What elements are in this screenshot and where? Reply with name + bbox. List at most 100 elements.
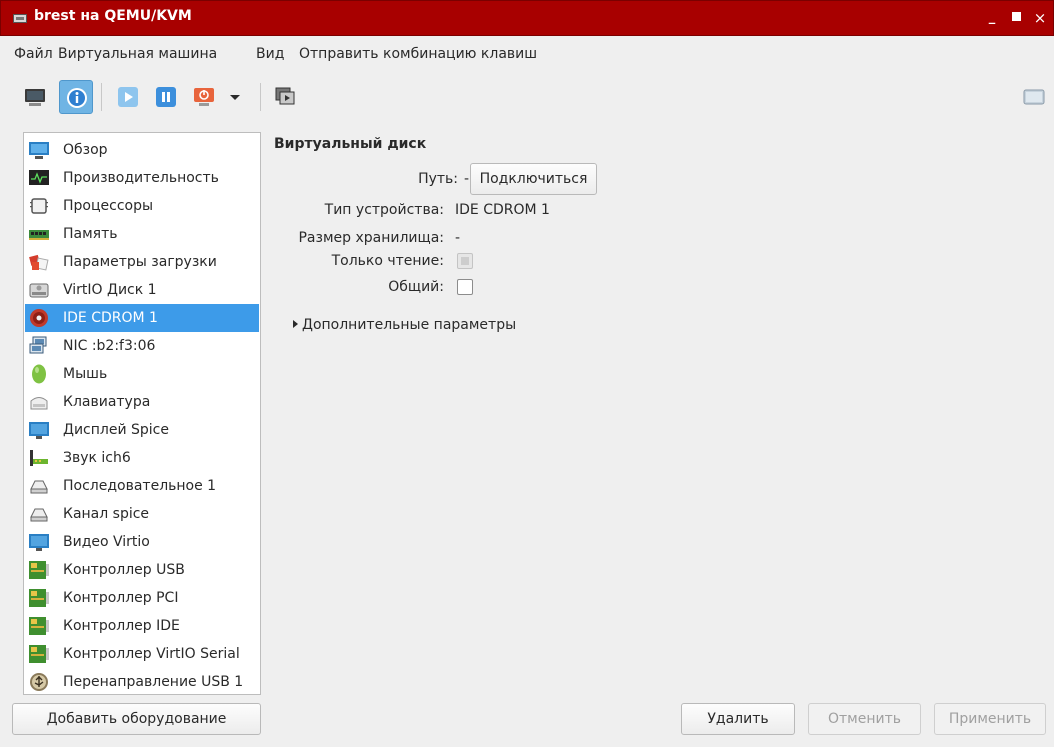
list-item-label: Видео Virtio (63, 534, 150, 550)
snapshots-button[interactable] (268, 80, 302, 114)
list-item-label: Процессоры (63, 198, 154, 214)
controller-icon (29, 645, 49, 663)
network-icon (29, 336, 47, 354)
controller-icon (29, 617, 49, 635)
readonly-checkbox[interactable] (457, 253, 473, 269)
list-item-label: Перенаправление USB 1 (63, 674, 244, 690)
menu-file[interactable]: Файл (14, 46, 53, 62)
section-title: Виртуальный диск (274, 136, 427, 152)
list-item-label: Контроллер PCI (63, 590, 179, 606)
list-item-label: Контроллер IDE (63, 618, 180, 634)
list-item[interactable]: Параметры загрузки (25, 248, 259, 276)
cdrom-icon (30, 309, 48, 327)
list-item[interactable]: Обзор (25, 136, 259, 164)
expander-arrow-icon (293, 320, 298, 328)
list-item-label: IDE CDROM 1 (63, 310, 158, 326)
list-item[interactable]: IDE CDROM 1 (25, 304, 259, 332)
list-item-label: Память (63, 226, 118, 242)
maximize-button[interactable] (1007, 9, 1025, 27)
shared-checkbox[interactable] (457, 279, 473, 295)
details-button[interactable] (59, 80, 93, 114)
list-item-label: Звук ich6 (63, 450, 131, 466)
mouse-icon (32, 364, 46, 384)
console-button[interactable] (18, 80, 52, 114)
list-item[interactable]: VirtIO Диск 1 (25, 276, 259, 304)
usb-redirect-icon (30, 673, 48, 691)
menu-send-key[interactable]: Отправить комбинацию клавиш (299, 46, 537, 62)
list-item-label: Мышь (63, 366, 108, 382)
menu-bar: Файл Виртуальная машина Вид Отправить ко… (0, 37, 1054, 73)
pause-icon (156, 87, 176, 107)
hardware-list: Обзор Производительность Процессоры Памя… (23, 132, 261, 695)
list-item-label: Последовательное 1 (63, 478, 217, 494)
advanced-options-expander[interactable]: Дополнительные параметры (293, 317, 516, 333)
advanced-options-label: Дополнительные параметры (302, 317, 517, 333)
list-item[interactable]: Производительность (25, 164, 259, 192)
minimize-button[interactable]: _ (983, 9, 1001, 27)
apply-button[interactable]: Применить (934, 703, 1046, 735)
list-item-label: Клавиатура (63, 394, 151, 410)
list-item-label: Канал spice (63, 506, 150, 522)
toolbar-separator (260, 83, 261, 111)
sound-icon (30, 450, 48, 466)
list-item[interactable]: Контроллер PCI (25, 584, 259, 612)
list-item[interactable]: Последовательное 1 (25, 472, 259, 500)
list-item-label: NIC :b2:f3:06 (63, 338, 156, 354)
shutdown-button[interactable] (187, 80, 221, 114)
list-item[interactable]: Дисплей Spice (25, 416, 259, 444)
menu-view[interactable]: Вид (256, 46, 284, 62)
info-icon (67, 88, 87, 108)
list-item[interactable]: NIC :b2:f3:06 (25, 332, 259, 360)
list-item-label: Параметры загрузки (63, 254, 217, 270)
dropdown-arrow-icon (230, 95, 240, 100)
boot-options-icon (29, 254, 49, 271)
serial-icon (30, 480, 48, 494)
controller-icon (29, 561, 49, 579)
list-item-label: VirtIO Диск 1 (63, 282, 157, 298)
device-type-label: Тип устройства: (324, 202, 444, 218)
cancel-button[interactable]: Отменить (808, 703, 921, 735)
list-item[interactable]: Клавиатура (25, 388, 259, 416)
list-item-label: Обзор (63, 142, 108, 158)
list-item[interactable]: Контроллер VirtIO Serial (25, 640, 259, 668)
display-icon (29, 422, 49, 439)
play-icon (118, 87, 138, 107)
snapshot-icon (275, 87, 295, 105)
virt-manager-icon (13, 14, 27, 23)
performance-icon (29, 170, 49, 185)
list-item[interactable]: Канал spice (25, 500, 259, 528)
shutdown-menu-button[interactable] (225, 80, 247, 114)
toolbar (0, 73, 1054, 121)
list-item-label: Контроллер VirtIO Serial (63, 646, 240, 662)
list-item[interactable]: Мышь (25, 360, 259, 388)
connect-button[interactable]: Подключиться (470, 163, 597, 195)
list-item[interactable]: Звук ich6 (25, 444, 259, 472)
controller-icon (29, 589, 49, 607)
cpu-icon (30, 198, 48, 214)
run-button[interactable] (111, 80, 145, 114)
window-titlebar[interactable]: brest на QEMU/KVM _ × (0, 0, 1054, 36)
fullscreen-button[interactable] (1017, 80, 1051, 114)
pause-button[interactable] (149, 80, 183, 114)
list-item[interactable]: Видео Virtio (25, 528, 259, 556)
storage-size-label: Размер хранилища: (298, 230, 444, 246)
list-item-label: Контроллер USB (63, 562, 185, 578)
add-hardware-button[interactable]: Добавить оборудование (12, 703, 261, 735)
keyboard-icon (30, 397, 48, 410)
channel-icon (30, 508, 48, 522)
list-item[interactable]: Процессоры (25, 192, 259, 220)
console-icon (25, 89, 45, 106)
list-item[interactable]: Перенаправление USB 1 (25, 668, 259, 696)
memory-icon (29, 230, 49, 240)
list-item[interactable]: Контроллер IDE (25, 612, 259, 640)
list-item[interactable]: Память (25, 220, 259, 248)
list-item[interactable]: Контроллер USB (25, 556, 259, 584)
fullscreen-icon (1023, 89, 1045, 105)
menu-virtual-machine[interactable]: Виртуальная машина (58, 46, 217, 62)
maximize-icon (1011, 11, 1021, 21)
close-button[interactable]: × (1031, 9, 1049, 27)
remove-button[interactable]: Удалить (681, 703, 795, 735)
readonly-label: Только чтение: (331, 253, 444, 269)
shared-label: Общий: (388, 279, 444, 295)
disk-icon (29, 283, 49, 298)
